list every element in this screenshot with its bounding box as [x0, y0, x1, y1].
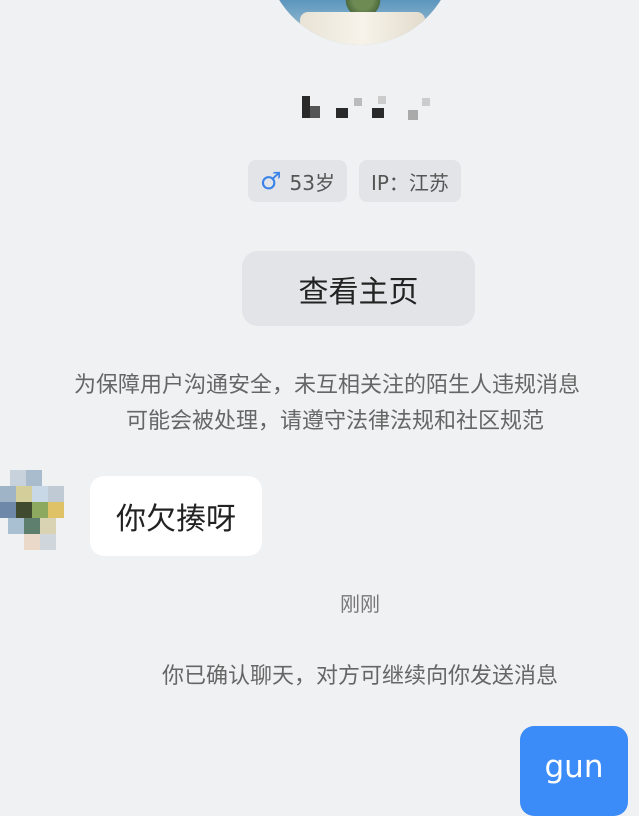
system-message: 你已确认聊天，对方可继续向你发送消息 [161, 664, 558, 689]
avatar-pixel [40, 518, 56, 534]
gender-age-tag: ♂ 53岁 [248, 160, 347, 202]
redaction-pixel [302, 96, 310, 118]
safety-notice: 为保障用户沟通安全，未互相关注的陌生人违规消息 可能会被处理，请遵守法律法规和社… [74, 368, 639, 440]
redaction-pixel [354, 98, 362, 106]
redaction-pixel [336, 108, 348, 118]
avatar-pixel [8, 518, 24, 534]
incoming-message-row: 你欠揍呀 [0, 468, 639, 568]
peer-avatar[interactable] [0, 470, 70, 554]
avatar-pixel [32, 486, 48, 502]
avatar-pixel [24, 534, 40, 550]
redaction-pixel [372, 108, 384, 118]
avatar-pixel [32, 502, 48, 518]
avatar-pixel [0, 502, 16, 518]
ip-location-tag: IP：江苏 [358, 160, 461, 202]
redaction-pixel [408, 110, 418, 120]
profile-avatar[interactable] [265, 0, 455, 45]
avatar-pixel [10, 470, 26, 486]
safety-notice-line-1: 为保障用户沟通安全，未互相关注的陌生人违规消息 [74, 373, 581, 398]
view-homepage-button[interactable]: 查看主页 [242, 251, 475, 326]
redaction-pixel [378, 96, 386, 104]
redaction-pixel [310, 106, 320, 118]
avatar-image-book [300, 12, 425, 45]
avatar-pixel [48, 486, 64, 502]
male-icon: ♂ [260, 167, 282, 195]
ip-location-label: IP：江苏 [370, 170, 449, 195]
avatar-pixel [16, 502, 32, 518]
incoming-message-bubble[interactable]: 你欠揍呀 [90, 476, 262, 556]
message-timestamp: 刚刚 [340, 592, 380, 616]
avatar-pixel [48, 502, 64, 518]
avatar-pixel [16, 486, 32, 502]
avatar-pixel [26, 470, 42, 486]
redaction-pixel [422, 98, 430, 106]
avatar-pixel [0, 486, 16, 502]
safety-notice-line-2: 可能会被处理，请遵守法律法规和社区规范 [126, 409, 545, 434]
profile-tags: ♂ 53岁 IP：江苏 [248, 160, 461, 202]
age-label: 53岁 [289, 170, 335, 195]
outgoing-message-bubble[interactable]: gun [520, 726, 628, 816]
avatar-pixel [40, 534, 56, 550]
profile-nickname-redacted [296, 92, 436, 122]
avatar-pixel [24, 518, 40, 534]
